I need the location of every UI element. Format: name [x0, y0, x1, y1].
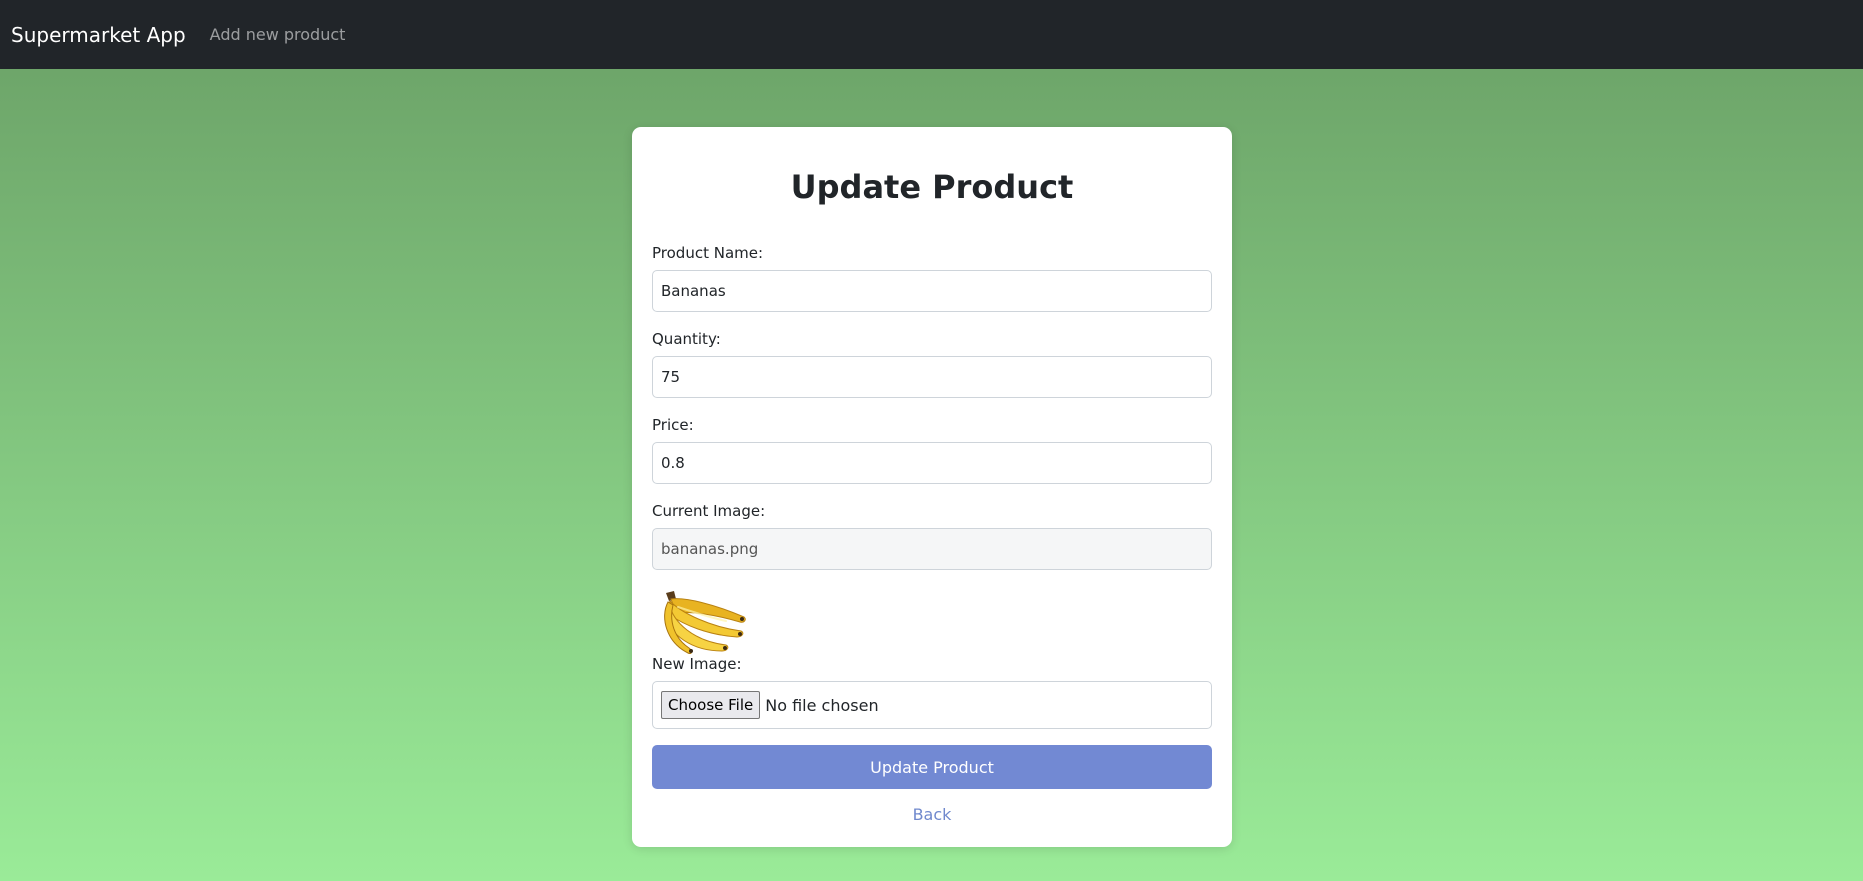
current-image-input[interactable]	[652, 528, 1212, 570]
price-input[interactable]	[652, 442, 1212, 484]
banana-image	[664, 591, 746, 654]
navbar: Supermarket App Add new product	[0, 0, 1863, 69]
quantity-label: Quantity:	[652, 330, 721, 348]
price-label: Price:	[652, 416, 694, 434]
brand-link[interactable]: Supermarket App	[11, 25, 186, 45]
update-product-card: Update Product Product Name: Quantity: P…	[632, 127, 1232, 847]
product-name-input[interactable]	[652, 270, 1212, 312]
choose-file-button[interactable]: Choose File	[661, 691, 761, 719]
new-image-file-input[interactable]: Choose File No file chosen	[652, 681, 1212, 729]
quantity-input[interactable]	[652, 356, 1212, 398]
file-status-text: No file chosen	[765, 695, 879, 715]
back-link[interactable]: Back	[632, 807, 1232, 823]
new-image-label: New Image:	[652, 655, 742, 673]
product-name-label: Product Name:	[652, 244, 764, 262]
current-image-label: Current Image:	[652, 502, 766, 520]
nav-link-add-product[interactable]: Add new product	[210, 26, 346, 43]
update-product-button[interactable]: Update Product	[652, 745, 1212, 789]
form-title: Update Product	[790, 168, 1074, 206]
